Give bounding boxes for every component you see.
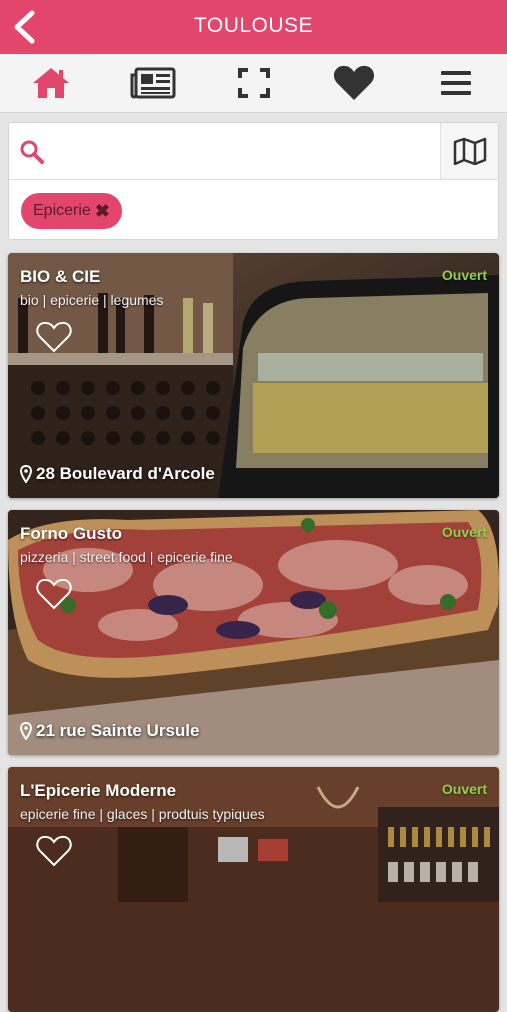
heart-icon <box>333 65 375 100</box>
nav-scan[interactable] <box>231 64 277 102</box>
place-card[interactable]: Forno Gusto pizzeria | street food | epi… <box>8 510 499 755</box>
nav-bar <box>0 54 507 113</box>
nav-menu[interactable] <box>433 64 479 102</box>
nav-favorites[interactable] <box>331 64 377 102</box>
status-badge: Ouvert <box>441 267 487 283</box>
place-address-row: 21 rue Sainte Ursule <box>20 721 199 741</box>
status-badge: Ouvert <box>441 781 487 797</box>
place-card[interactable]: L'Epicerie Moderne epicerie fine | glace… <box>8 767 499 1012</box>
app-header: TOULOUSE <box>0 0 507 54</box>
heart-outline-icon[interactable] <box>36 321 72 353</box>
map-pin-icon <box>20 722 32 740</box>
newspaper-icon <box>130 67 176 99</box>
close-icon[interactable]: ✖ <box>95 201 110 222</box>
place-tags: pizzeria | street food | epicerie fine <box>20 549 233 565</box>
heart-outline-icon[interactable] <box>36 835 72 867</box>
home-icon <box>33 68 69 98</box>
place-name: Forno Gusto <box>20 524 122 543</box>
status-badge: Ouvert <box>441 524 487 540</box>
place-name: BIO & CIE <box>20 267 101 286</box>
heart-outline-icon[interactable] <box>36 578 72 610</box>
nav-news[interactable] <box>130 64 176 102</box>
place-tags: epicerie fine | glaces | prodtuis typiqu… <box>20 806 265 822</box>
filter-chip-label: Epicerie <box>33 202 91 219</box>
place-address: 21 rue Sainte Ursule <box>36 721 200 740</box>
place-photo <box>8 510 499 755</box>
page-title: TOULOUSE <box>193 14 314 37</box>
menu-icon <box>441 71 471 95</box>
map-icon <box>453 137 486 165</box>
filter-chip-epicerie[interactable]: Epicerie ✖ <box>21 193 122 229</box>
place-name: L'Epicerie Moderne <box>20 781 177 800</box>
map-pin-icon <box>20 465 32 483</box>
map-view-button[interactable] <box>440 123 498 179</box>
place-card[interactable]: BIO & CIE bio | epicerie | legumes Ouver… <box>8 253 499 498</box>
search-row <box>9 123 498 180</box>
nav-home[interactable] <box>28 64 74 102</box>
search-icon <box>20 140 44 164</box>
search-panel: Epicerie ✖ <box>8 122 499 240</box>
place-address-row: 28 Boulevard d'Arcole <box>20 464 215 484</box>
place-tags: bio | epicerie | legumes <box>20 292 164 308</box>
place-photo <box>8 253 499 498</box>
scan-icon <box>238 68 270 98</box>
place-address: 28 Boulevard d'Arcole <box>36 464 215 483</box>
place-photo <box>8 767 499 1012</box>
search-input[interactable] <box>53 131 447 173</box>
